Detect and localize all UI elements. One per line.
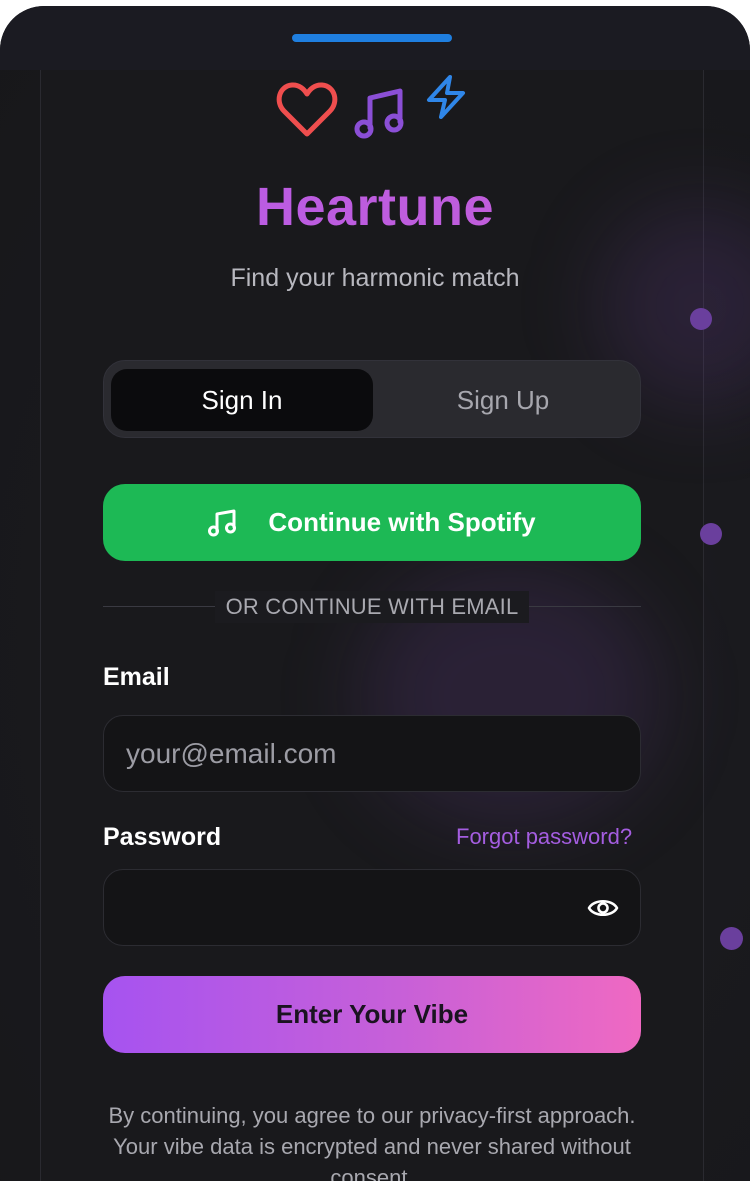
header-icons bbox=[0, 6, 750, 156]
auth-mode-toggle: Sign In Sign Up bbox=[103, 360, 641, 438]
forgot-password-link[interactable]: Forgot password? bbox=[456, 824, 632, 850]
email-field-wrapper bbox=[103, 715, 641, 792]
email-field[interactable] bbox=[126, 716, 566, 791]
password-field-wrapper bbox=[103, 869, 641, 946]
app-title: Heartune bbox=[0, 176, 750, 238]
tab-sign-in[interactable]: Sign In bbox=[111, 369, 373, 431]
password-field[interactable] bbox=[126, 870, 566, 945]
floating-dot bbox=[690, 308, 712, 330]
heart-icon bbox=[276, 82, 338, 137]
lightning-icon bbox=[427, 75, 465, 119]
eye-icon[interactable] bbox=[587, 894, 619, 922]
app-screen: Heartune Find your harmonic match Sign I… bbox=[0, 6, 750, 1181]
app-tagline: Find your harmonic match bbox=[230, 264, 520, 292]
floating-dot bbox=[720, 927, 743, 950]
spotify-button-label: Continue with Spotify bbox=[268, 507, 536, 537]
email-label: Email bbox=[103, 663, 170, 691]
password-label: Password bbox=[103, 823, 222, 851]
legal-notice: By continuing, you agree to our privacy-… bbox=[108, 1103, 636, 1181]
spotify-login-button[interactable]: Continue with Spotify bbox=[103, 484, 641, 561]
submit-button[interactable]: Enter Your Vibe bbox=[103, 976, 641, 1053]
floating-dot bbox=[700, 523, 722, 545]
divider-label: OR CONTINUE WITH EMAIL bbox=[215, 591, 529, 623]
music-note-icon bbox=[354, 88, 404, 139]
music-note-icon bbox=[208, 509, 237, 536]
tab-sign-up[interactable]: Sign Up bbox=[372, 369, 634, 431]
